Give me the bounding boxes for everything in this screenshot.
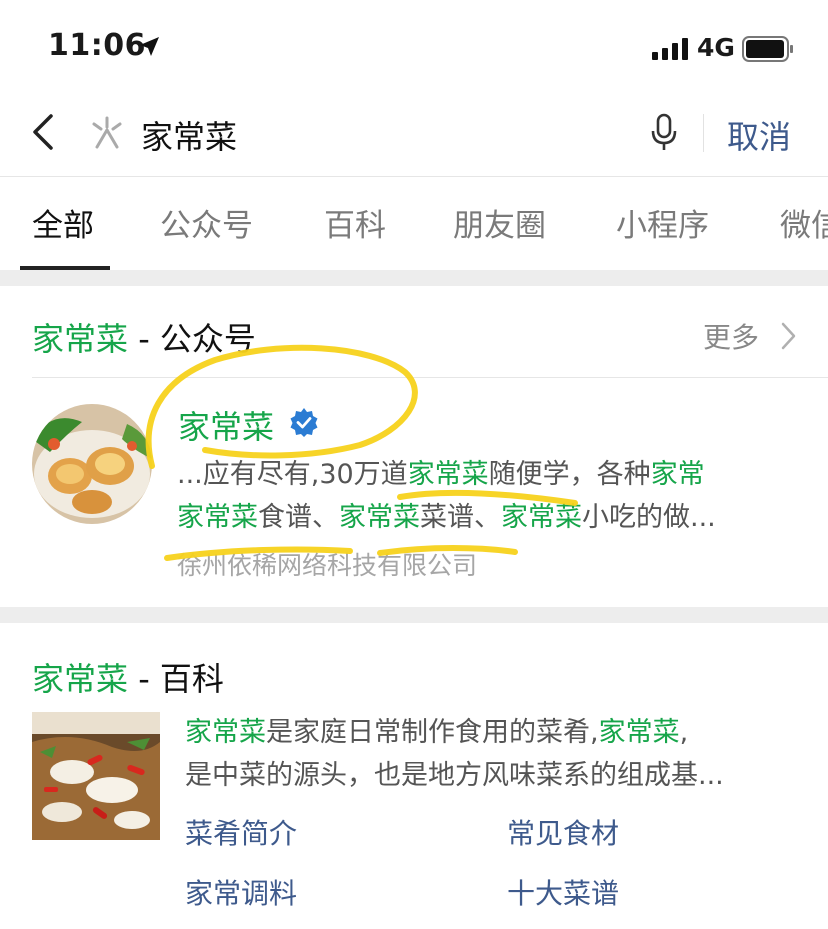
- tab-wechat-id[interactable]: 微信: [780, 200, 828, 242]
- account-company: 徐州依稀网络科技有限公司: [177, 551, 478, 580]
- back-chevron-icon[interactable]: [30, 112, 56, 152]
- search-logo-icon: [92, 116, 122, 149]
- official-section-title: 家常菜 - 公众号: [32, 320, 256, 358]
- header-divider: [0, 176, 828, 177]
- tab-moments[interactable]: 朋友圈: [453, 200, 546, 245]
- baike-thumbnail[interactable]: [32, 712, 160, 840]
- baike-description-line-1: 家常菜是家庭日常制作食用的菜肴,家常菜,: [185, 717, 689, 748]
- tab-mini-programs[interactable]: 小程序: [616, 200, 709, 245]
- network-type: 4G: [697, 33, 735, 62]
- location-arrow-icon: [140, 37, 159, 56]
- tab-encyclopedia[interactable]: 百科: [324, 200, 386, 245]
- baike-link-dish-intro[interactable]: 菜肴简介: [185, 812, 297, 852]
- microphone-icon[interactable]: [650, 112, 678, 152]
- search-divider: [703, 114, 704, 152]
- account-avatar[interactable]: [32, 404, 152, 524]
- card-divider: [32, 377, 828, 378]
- cancel-button[interactable]: 取消: [727, 112, 791, 158]
- baike-link-common-ingredients[interactable]: 常见食材: [507, 812, 619, 852]
- chevron-right-icon[interactable]: [778, 320, 798, 352]
- baike-link-top-recipes[interactable]: 十大菜谱: [507, 872, 619, 912]
- account-name[interactable]: 家常菜: [178, 402, 274, 448]
- search-input[interactable]: 家常菜: [141, 112, 237, 158]
- account-description-line-1: ...应有尽有,30万道家常菜随便学，各种家常: [177, 459, 705, 490]
- baike-section-title: 家常菜 - 百科: [32, 660, 224, 698]
- baike-link-home-seasonings[interactable]: 家常调料: [185, 872, 297, 912]
- status-time: 11:06: [48, 28, 146, 63]
- section-gap: [0, 270, 828, 286]
- more-button[interactable]: 更多: [703, 316, 759, 356]
- section-gap: [0, 607, 828, 623]
- tab-all[interactable]: 全部: [32, 200, 94, 245]
- battery-icon: [742, 36, 793, 62]
- account-description-line-2: 家常菜食谱、家常菜菜谱、家常菜小吃的做...: [177, 502, 716, 533]
- verified-badge-icon: [290, 408, 318, 437]
- cellular-signal-icon: [652, 38, 688, 60]
- tab-official-accounts[interactable]: 公众号: [160, 200, 253, 245]
- baike-description-line-2: 是中菜的源头，也是地方风味菜系的组成基...: [185, 760, 724, 791]
